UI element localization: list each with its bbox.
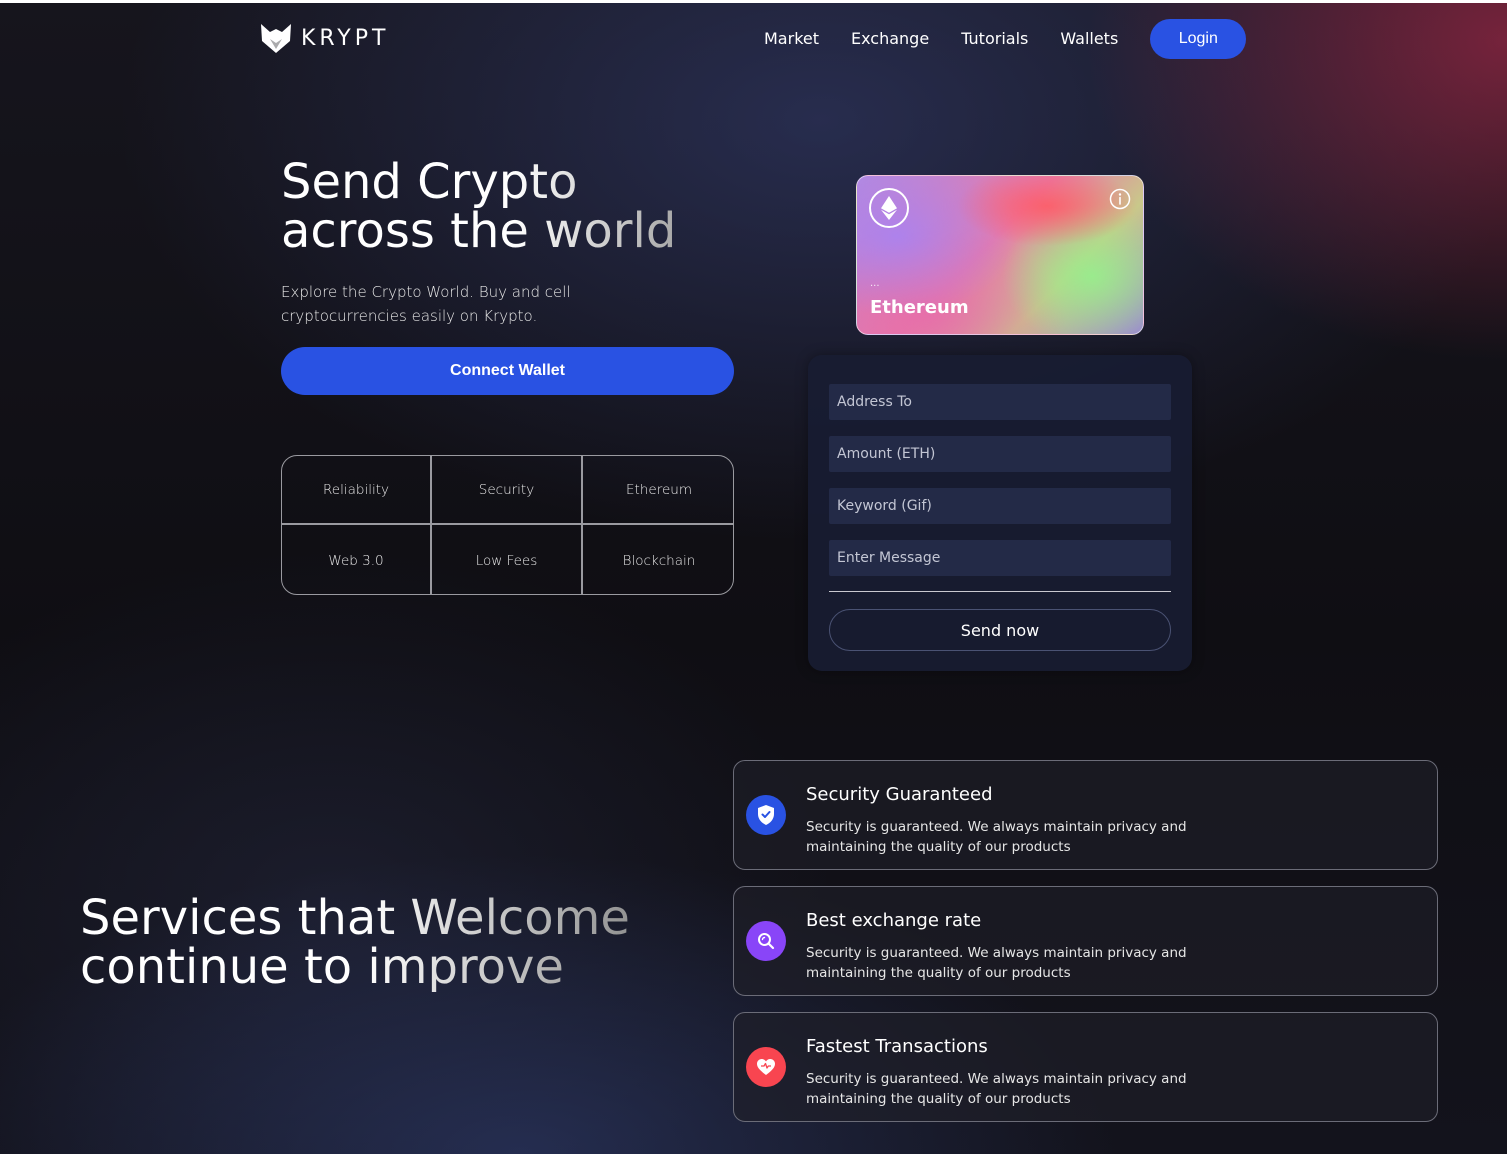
hero-title-line2: across the world bbox=[281, 203, 677, 259]
amount-input[interactable] bbox=[829, 436, 1171, 472]
main-nav: Market Exchange Tutorials Wallets Login bbox=[748, 18, 1247, 60]
feature-reliability: Reliability bbox=[282, 456, 432, 525]
service-description: Security is guaranteed. We always mainta… bbox=[806, 1071, 1187, 1107]
info-icon[interactable] bbox=[1109, 188, 1131, 210]
services-title: Services that Welcome continue to improv… bbox=[80, 894, 640, 992]
service-description: Security is guaranteed. We always mainta… bbox=[806, 945, 1187, 981]
hero-subtitle: Explore the Crypto World. Buy and cell c… bbox=[281, 283, 571, 325]
wallet-address: ... bbox=[870, 278, 880, 289]
feature-low-fees: Low Fees bbox=[432, 525, 583, 594]
services-title-line1: Services that Welcome bbox=[80, 890, 630, 946]
nav-tutorials[interactable]: Tutorials bbox=[945, 18, 1044, 60]
service-card-exchange: Best exchange rate Security is guarantee… bbox=[733, 886, 1438, 996]
feature-ethereum: Ethereum bbox=[583, 456, 733, 525]
send-now-button[interactable]: Send now bbox=[829, 609, 1171, 651]
keyword-input[interactable] bbox=[829, 488, 1171, 524]
ethereum-card: ... Ethereum bbox=[856, 175, 1144, 335]
search-icon bbox=[746, 921, 786, 961]
service-title: Fastest Transactions bbox=[806, 1036, 988, 1057]
nav-market[interactable]: Market bbox=[748, 18, 835, 60]
brand-name: KRYPT bbox=[301, 25, 390, 51]
services-title-line2: continue to improve bbox=[80, 939, 564, 995]
feature-web3: Web 3.0 bbox=[282, 525, 432, 594]
message-input[interactable] bbox=[829, 540, 1171, 576]
feature-security: Security bbox=[432, 456, 583, 525]
feature-blockchain: Blockchain bbox=[622, 552, 696, 569]
hero-title-line1: Send Crypto bbox=[281, 154, 578, 210]
service-card-transactions: Fastest Transactions Security is guarant… bbox=[733, 1012, 1438, 1122]
send-panel: Send now bbox=[808, 355, 1192, 671]
card-currency-name: Ethereum bbox=[870, 297, 969, 318]
heart-icon bbox=[746, 1047, 786, 1087]
krypt-logo[interactable]: KRYPT bbox=[259, 21, 389, 55]
fox-logo-icon bbox=[261, 24, 291, 53]
form-divider bbox=[829, 591, 1171, 592]
connect-wallet-button[interactable]: Connect Wallet bbox=[281, 347, 734, 395]
nav-wallets[interactable]: Wallets bbox=[1044, 18, 1134, 60]
service-description: Security is guaranteed. We always mainta… bbox=[806, 819, 1187, 855]
service-title: Best exchange rate bbox=[806, 910, 982, 931]
hero-title: Send Crypto across the world bbox=[281, 158, 701, 256]
address-to-input[interactable] bbox=[829, 384, 1171, 420]
nav-exchange[interactable]: Exchange bbox=[835, 18, 945, 60]
feature-grid: Reliability Security Ethereum Web 3.0 Lo… bbox=[281, 455, 734, 595]
shield-check-icon bbox=[746, 795, 786, 835]
top-border bbox=[0, 0, 1507, 3]
ethereum-icon bbox=[869, 188, 909, 228]
service-card-security: Security Guaranteed Security is guarante… bbox=[733, 760, 1438, 870]
service-title: Security Guaranteed bbox=[806, 784, 993, 805]
login-button[interactable]: Login bbox=[1150, 19, 1247, 59]
